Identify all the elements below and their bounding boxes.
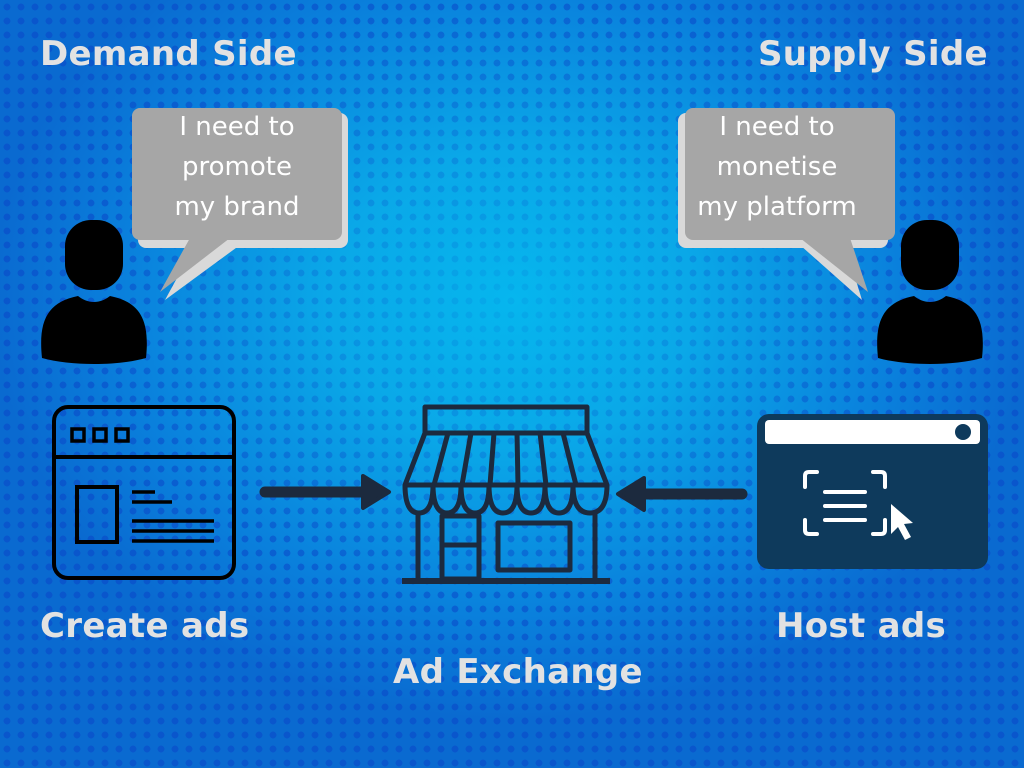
storefront-icon (402, 404, 610, 584)
person-icon (41, 220, 147, 364)
ad-exchange-label: Ad Exchange (393, 652, 643, 692)
supply-bubble-line: monetise (716, 152, 838, 182)
supply-bubble-line: my platform (697, 192, 857, 222)
create-ads-label: Create ads (40, 606, 250, 646)
supply-bubble-line: I need to (719, 112, 835, 142)
supply-bubble-text: I need to monetise my platform (672, 107, 882, 227)
browser-window-icon (52, 405, 236, 580)
host-ads-label: Host ads (776, 606, 947, 646)
arrow-right-icon (259, 474, 391, 510)
arrow-left-icon (616, 476, 748, 512)
web-ad-click-icon (757, 414, 988, 569)
person-icon (877, 220, 983, 364)
